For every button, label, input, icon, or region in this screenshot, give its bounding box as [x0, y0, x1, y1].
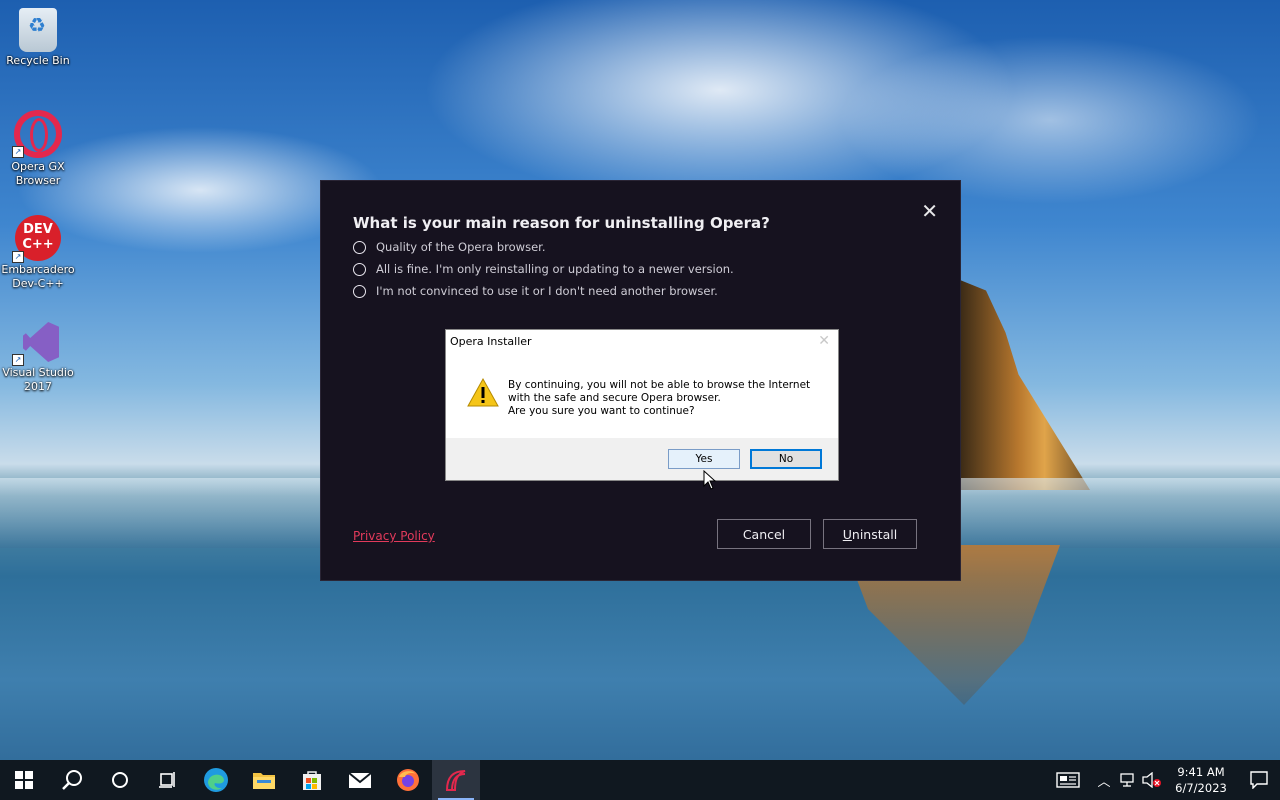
- close-icon[interactable]: ✕: [818, 333, 830, 349]
- radio-button[interactable]: [353, 240, 366, 254]
- search-icon: [62, 770, 82, 790]
- news-icon: [1056, 772, 1080, 788]
- taskbar-app-file-explorer[interactable]: [240, 760, 288, 800]
- taskbar: ︿ 9:41 AM 6/7/2023: [0, 760, 1280, 800]
- desktop-icon-label: Recycle Bin: [6, 54, 70, 67]
- start-button[interactable]: [0, 760, 48, 800]
- dev-cpp-badge-text: C++: [22, 237, 54, 252]
- clock-date: 6/7/2023: [1175, 781, 1227, 795]
- edge-icon: [204, 768, 228, 792]
- message-line: Are you sure you want to continue?: [508, 405, 695, 417]
- desktop-icon-recycle-bin[interactable]: Recycle Bin: [0, 8, 76, 68]
- desktop-icon-label: 2017: [24, 380, 52, 393]
- shortcut-arrow-icon: ↗: [12, 146, 24, 158]
- confirm-message-box: Opera Installer ✕ By continuing, you wil…: [445, 329, 839, 481]
- desktop-icon-label: Browser: [15, 174, 61, 187]
- reason-option-reinstalling[interactable]: All is fine. I'm only reinstalling or up…: [353, 259, 734, 279]
- reason-option-not-convinced[interactable]: I'm not convinced to use it or I don't n…: [353, 281, 718, 301]
- reason-label: Quality of the Opera browser.: [376, 240, 546, 254]
- taskbar-app-edge[interactable]: [192, 760, 240, 800]
- cortana-button[interactable]: [96, 760, 144, 800]
- yes-button[interactable]: Yes: [668, 449, 740, 469]
- action-center-button[interactable]: [1238, 760, 1280, 800]
- show-hidden-icons-button[interactable]: ︿: [1092, 760, 1116, 800]
- desktop-icon-label: Opera GX: [11, 160, 65, 173]
- reason-label: I'm not convinced to use it or I don't n…: [376, 284, 718, 298]
- search-button[interactable]: [48, 760, 96, 800]
- windows-logo-icon: [15, 771, 33, 789]
- message-line: By continuing, you will not be able to b…: [508, 379, 811, 391]
- cancel-button[interactable]: Cancel: [717, 519, 811, 549]
- dialog-heading: What is your main reason for uninstallin…: [353, 214, 770, 232]
- network-icon: [1120, 773, 1134, 787]
- store-icon: [303, 771, 321, 790]
- radio-button[interactable]: [353, 262, 366, 276]
- shortcut-arrow-icon: ↗: [12, 354, 24, 366]
- taskbar-clock[interactable]: 9:41 AM 6/7/2023: [1164, 764, 1238, 796]
- speaker-muted-icon: [1142, 772, 1161, 788]
- uninstall-button[interactable]: Uninstall: [823, 519, 917, 549]
- cortana-icon: [112, 772, 128, 788]
- opera-gx-icon: [445, 770, 466, 791]
- dev-cpp-badge-text: DEV: [23, 222, 53, 237]
- desktop-icon-opera-gx[interactable]: ↗ Opera GX Browser: [0, 110, 76, 188]
- privacy-policy-link[interactable]: Privacy Policy: [353, 529, 435, 543]
- desktop-icon-label: Visual Studio: [2, 366, 74, 379]
- firefox-icon: [397, 769, 419, 791]
- recycle-bin-icon: [19, 8, 57, 52]
- clock-time: 9:41 AM: [1177, 765, 1225, 779]
- desktop-icon-label: Embarcadero: [1, 263, 75, 276]
- desktop-icon-label: Dev-C++: [12, 277, 64, 290]
- desktop-icon-dev-cpp[interactable]: DEV C++ ↗ Embarcadero Dev-C++: [0, 215, 76, 291]
- wallpaper-cliff: [960, 280, 1090, 490]
- close-icon[interactable]: ✕: [921, 201, 938, 221]
- taskbar-app-mail[interactable]: [336, 760, 384, 800]
- radio-button[interactable]: [353, 284, 366, 298]
- message-line: with the safe and secure Opera browser.: [508, 392, 721, 404]
- message-box-footer: Yes No: [446, 438, 838, 480]
- notification-icon: [1250, 771, 1268, 789]
- news-widget-button[interactable]: [1044, 760, 1092, 800]
- mail-icon: [348, 772, 372, 788]
- mouse-cursor-icon: [703, 470, 717, 490]
- task-view-icon: [159, 772, 175, 788]
- taskbar-app-opera-installer[interactable]: [432, 760, 480, 800]
- reason-label: All is fine. I'm only reinstalling or up…: [376, 262, 734, 276]
- taskbar-app-store[interactable]: [288, 760, 336, 800]
- shortcut-arrow-icon: ↗: [12, 251, 24, 263]
- system-tray: ︿ 9:41 AM 6/7/2023: [1044, 760, 1280, 800]
- volume-button[interactable]: [1140, 760, 1164, 800]
- chevron-up-icon: ︿: [1097, 774, 1111, 790]
- desktop-icon-visual-studio[interactable]: ↗ Visual Studio 2017: [0, 318, 76, 394]
- message-box-title: Opera Installer: [450, 335, 532, 348]
- network-status-button[interactable]: [1116, 760, 1140, 800]
- task-view-button[interactable]: [144, 760, 192, 800]
- no-button[interactable]: No: [750, 449, 822, 469]
- reason-option-quality[interactable]: Quality of the Opera browser.: [353, 237, 546, 257]
- taskbar-app-firefox[interactable]: [384, 760, 432, 800]
- message-text: By continuing, you will not be able to b…: [508, 379, 810, 418]
- warning-icon: [467, 377, 499, 407]
- folder-icon: [253, 773, 275, 789]
